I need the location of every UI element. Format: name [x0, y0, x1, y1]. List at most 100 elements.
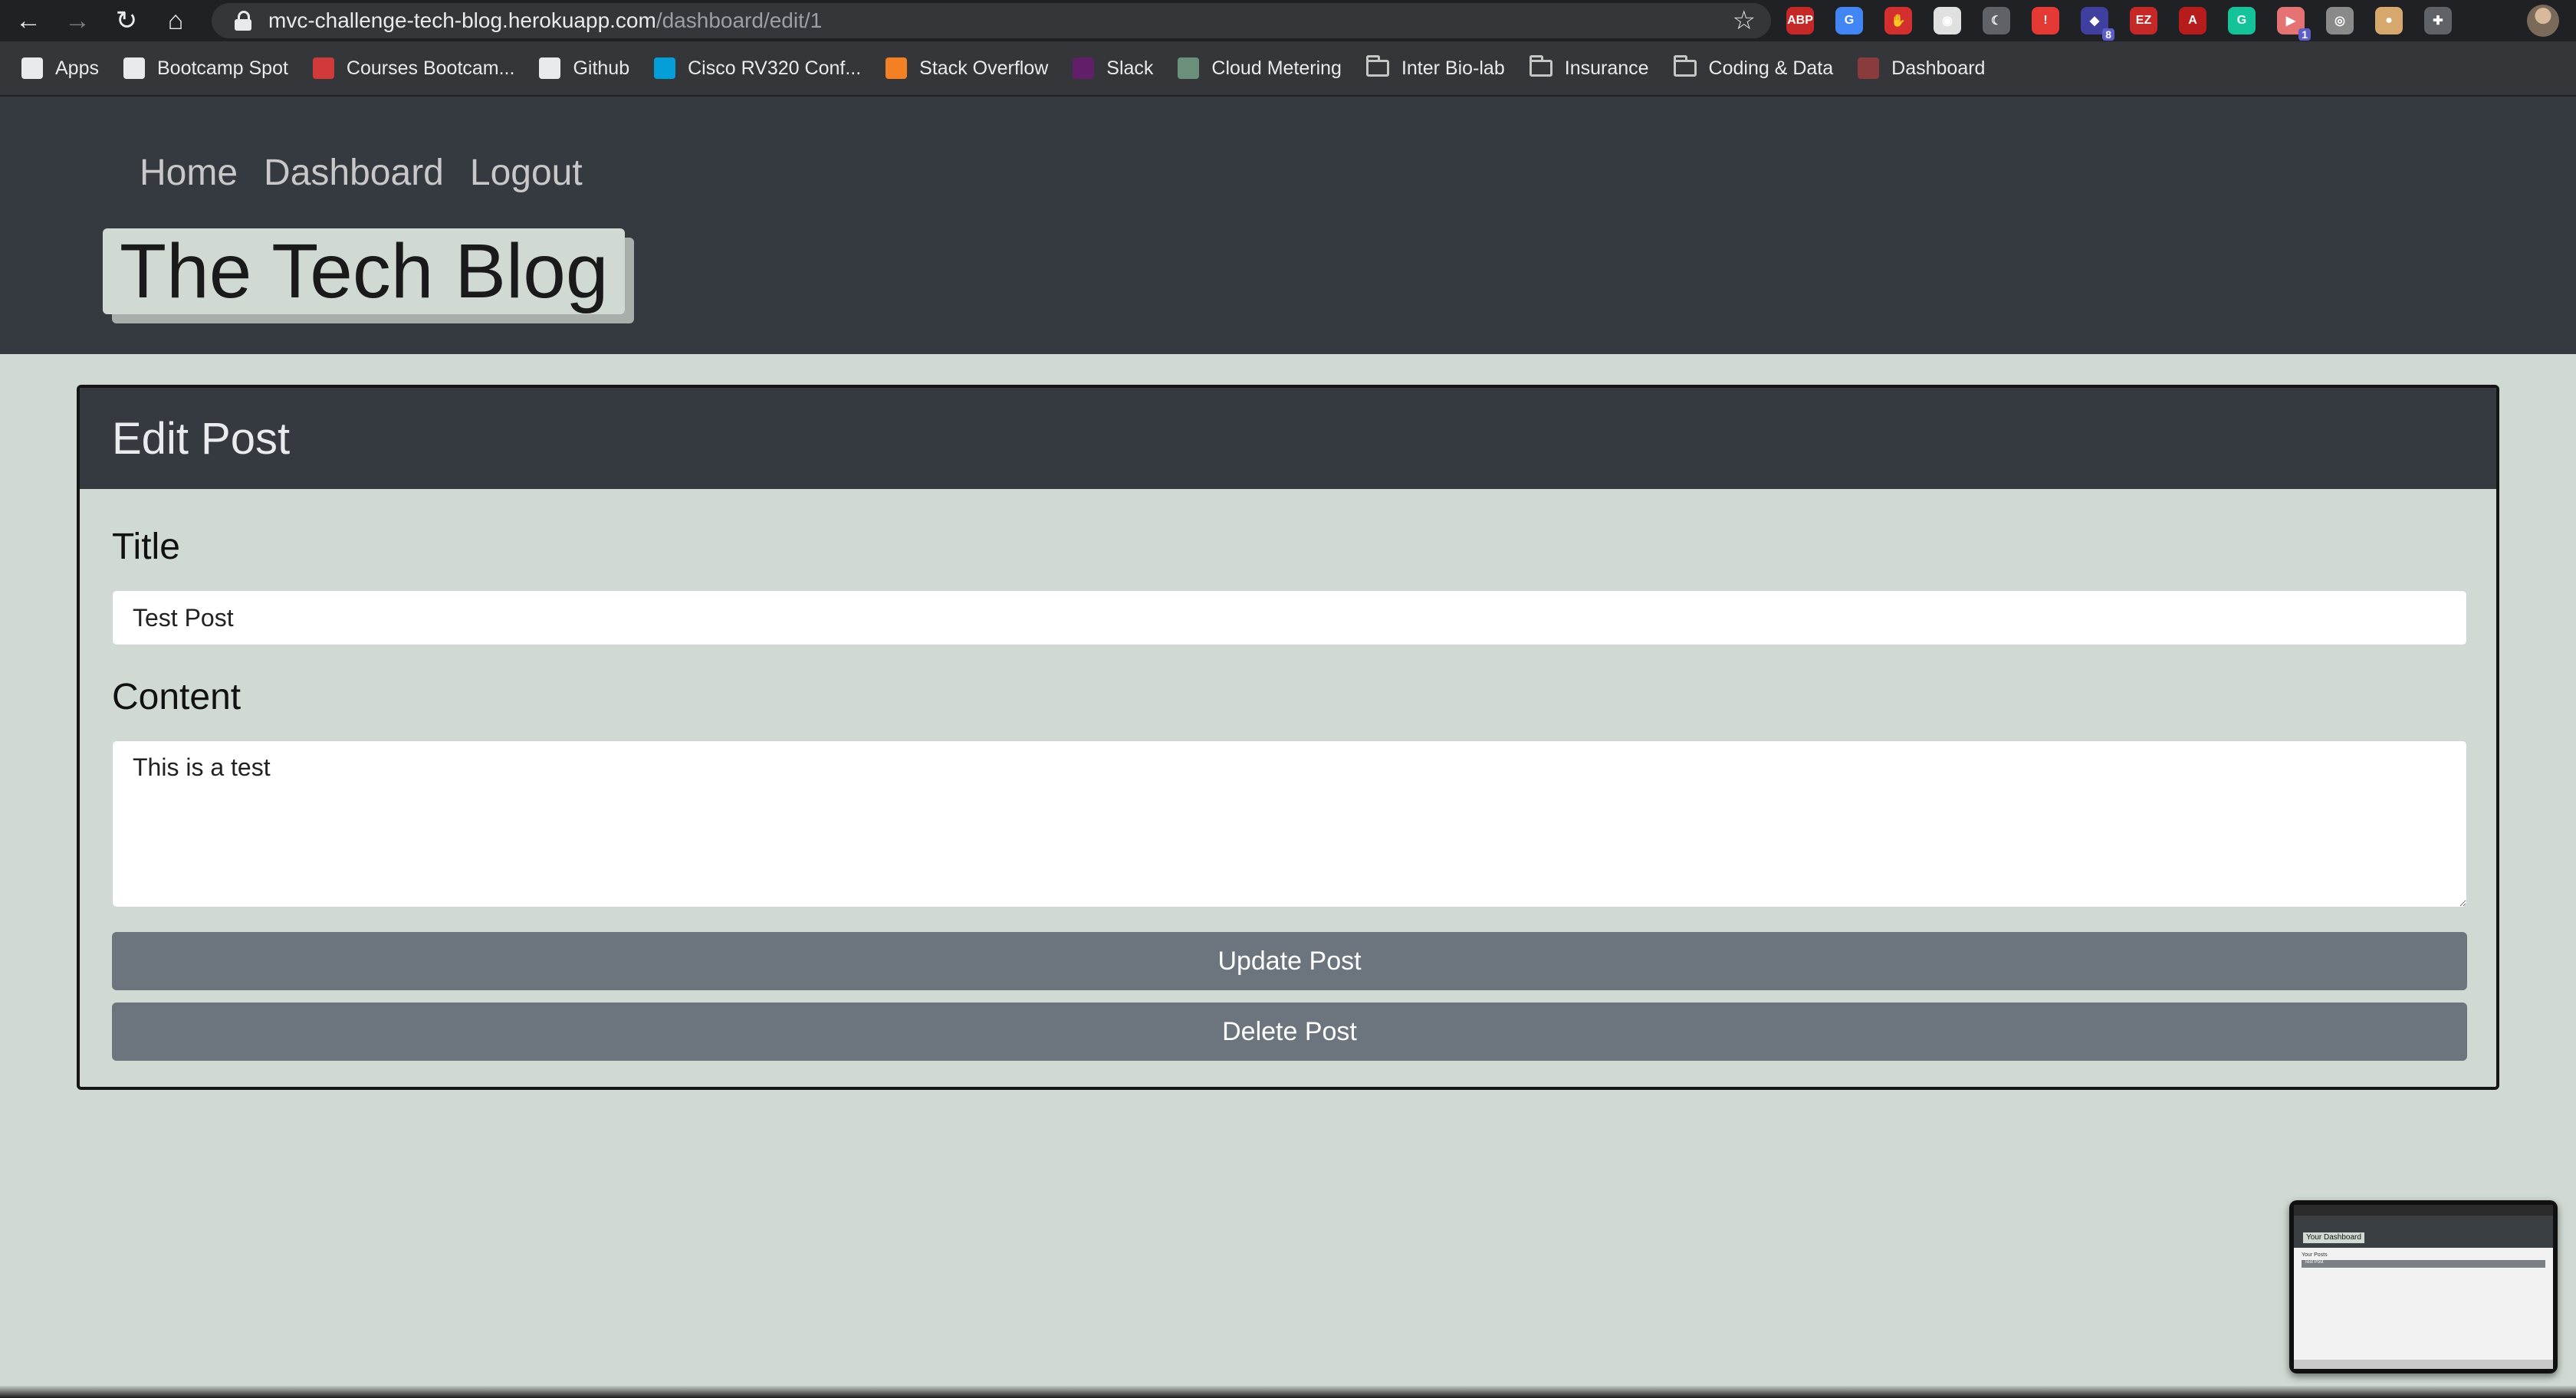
content-label: Content: [112, 677, 242, 717]
cast-extension-icon-glyph: ▶: [2285, 15, 2296, 28]
pdf-icon-glyph: A: [2188, 14, 2197, 27]
grammarly-icon-glyph: G: [2236, 14, 2247, 27]
alert-extension-icon-glyph: !: [2043, 14, 2048, 27]
pdf-icon[interactable]: A: [2179, 7, 2206, 34]
bookmark-stack-overflow[interactable]: Stack Overflow: [886, 49, 1048, 87]
nav-link-home[interactable]: Home: [140, 152, 238, 194]
home-icon[interactable]: ⌂: [155, 0, 196, 41]
bookmark-github[interactable]: Github: [539, 49, 629, 87]
bookmark-insurance[interactable]: Insurance: [1529, 49, 1649, 87]
bookmark-cloud-metering[interactable]: Cloud Metering: [1178, 49, 1342, 87]
circle-extension-icon[interactable]: ◉: [1934, 7, 1961, 34]
lock-icon[interactable]: [235, 11, 251, 31]
delete-post-button[interactable]: Delete Post: [112, 1003, 2467, 1061]
site-brand-title: The Tech Blog: [103, 228, 626, 314]
title-input[interactable]: [112, 590, 2467, 645]
thumbnail-dock: [2294, 1360, 2553, 1369]
bookmark-cisco-rv320-conf[interactable]: Cisco RV320 Conf...: [654, 49, 861, 87]
stop-hand-icon[interactable]: ✋: [1884, 7, 1912, 34]
github-icon: [539, 57, 561, 79]
bookmark-apps[interactable]: Apps: [21, 49, 99, 87]
bookmark-label: Insurance: [1564, 57, 1649, 79]
edit-post-card: Edit Post Title Content This is a test U…: [77, 385, 2499, 1090]
bookmark-label: Slack: [1106, 57, 1154, 79]
apps-grid-icon: [21, 57, 43, 79]
dashboard-icon: [1858, 57, 1880, 79]
extensions-area: ABP G ✋ ◉ ☾! ◆ 8 EZ A G ▶ 1 ◎ ● ✚: [1786, 7, 2473, 41]
thumbnail-header: Your Dashboard: [2294, 1216, 2553, 1248]
bookmark-slack[interactable]: Slack: [1073, 49, 1153, 87]
moon-extension-icon-glyph: ☾: [1990, 15, 2003, 28]
stack-overflow-icon: [886, 57, 908, 79]
url-text[interactable]: mvc-challenge-tech-blog.herokuapp.com/da…: [268, 8, 822, 33]
adblock-icon[interactable]: ABP: [1786, 7, 1814, 34]
nav-link-dashboard[interactable]: Dashboard: [264, 152, 444, 194]
puzzle-icon[interactable]: ✚: [2424, 7, 2452, 34]
folder-icon: [1673, 55, 1697, 77]
bookmark-label: Inter Bio-lab: [1401, 57, 1505, 79]
update-post-button[interactable]: Update Post: [112, 932, 2467, 990]
thumbnail-screen: Your Dashboard Your Posts Test Post: [2294, 1205, 2553, 1369]
bookmark-dashboard[interactable]: Dashboard: [1858, 49, 1985, 87]
site-header: Home Dashboard Logout The Tech Blog: [0, 97, 2576, 354]
bookmark-bootcamp-spot[interactable]: Bootcamp Spot: [123, 49, 288, 87]
bookmark-courses-bootcam[interactable]: Courses Bootcam...: [312, 49, 515, 87]
translate-icon-glyph: G: [1844, 14, 1855, 27]
nav-link-logout[interactable]: Logout: [470, 152, 583, 194]
bookmark-label: Bootcamp Spot: [156, 57, 288, 79]
bookmark-label: Apps: [55, 57, 99, 79]
bootcamp-spot-icon: [123, 57, 145, 79]
bottom-edge: [0, 1386, 2576, 1398]
extension-badge-8-icon[interactable]: ◆ 8: [2081, 7, 2114, 41]
cisco-icon: [654, 57, 676, 79]
content-textarea[interactable]: This is a test: [112, 740, 2467, 907]
cookie-icon[interactable]: ●: [2375, 7, 2403, 34]
extension-badge: 1: [2298, 28, 2311, 41]
thumbnail-row: Test Post: [2302, 1260, 2545, 1268]
cloud-metering-icon: [1178, 57, 1200, 79]
folder-icon: [1365, 55, 1389, 77]
forward-arrow-icon[interactable]: →: [57, 0, 98, 41]
reload-icon[interactable]: ↻: [106, 0, 147, 41]
alert-extension-icon[interactable]: !: [2032, 7, 2059, 34]
ez-extension-icon[interactable]: EZ: [2130, 7, 2157, 34]
thumbnail-subheading: Your Posts: [2302, 1252, 2328, 1258]
courses-icon: [312, 57, 334, 79]
thumbnail-browser-bar: [2294, 1205, 2553, 1216]
extension-badge: 8: [2102, 28, 2114, 41]
title-label: Title: [112, 527, 180, 567]
card-heading: Edit Post: [80, 388, 2496, 489]
cast-extension-icon[interactable]: ▶ 1: [2277, 7, 2311, 41]
moon-extension-icon[interactable]: ☾: [1983, 7, 2010, 34]
bookmark-label: Cisco RV320 Conf...: [688, 57, 862, 79]
bookmark-label: Coding & Data: [1708, 57, 1834, 79]
bookmark-inter-bio-lab[interactable]: Inter Bio-lab: [1365, 49, 1505, 87]
profile-avatar[interactable]: [2527, 5, 2559, 37]
camera-icon[interactable]: ◎: [2326, 7, 2354, 34]
camera-icon-glyph: ◎: [2334, 15, 2345, 28]
site-nav: Home Dashboard Logout: [140, 152, 609, 194]
bookmark-coding-data[interactable]: Coding & Data: [1673, 49, 1834, 87]
grammarly-icon[interactable]: G: [2228, 7, 2256, 34]
browser-toolbar: ← → ↻ ⌂ mvc-challenge-tech-blog.herokuap…: [0, 0, 2576, 41]
bookmark-label: Dashboard: [1891, 57, 1986, 79]
adblock-icon-glyph: ABP: [1787, 14, 1813, 27]
translate-icon[interactable]: G: [1835, 7, 1863, 34]
puzzle-icon-glyph: ✚: [2433, 15, 2443, 28]
ez-extension-icon-glyph: EZ: [2135, 14, 2152, 27]
back-arrow-icon[interactable]: ←: [8, 0, 49, 41]
bookmark-label: Cloud Metering: [1211, 57, 1342, 79]
circle-extension-icon-glyph: ◉: [1942, 15, 1953, 28]
screenshot-thumbnail[interactable]: Your Dashboard Your Posts Test Post: [2289, 1200, 2558, 1373]
folder-icon: [1529, 55, 1552, 77]
url-host: mvc-challenge-tech-blog.herokuapp.com: [268, 8, 656, 32]
bookmark-label: Github: [573, 57, 630, 79]
bookmark-star-icon[interactable]: ☆: [1733, 5, 1756, 36]
bookmark-label: Courses Bootcam...: [346, 57, 515, 79]
url-path: /dashboard/edit/1: [656, 8, 823, 32]
bookmark-label: Stack Overflow: [919, 57, 1049, 79]
cookie-icon-glyph: ●: [2385, 14, 2393, 27]
address-bar[interactable]: mvc-challenge-tech-blog.herokuapp.com/da…: [212, 3, 1771, 38]
slack-icon: [1073, 57, 1095, 79]
thumbnail-brand: Your Dashboard: [2303, 1232, 2364, 1243]
